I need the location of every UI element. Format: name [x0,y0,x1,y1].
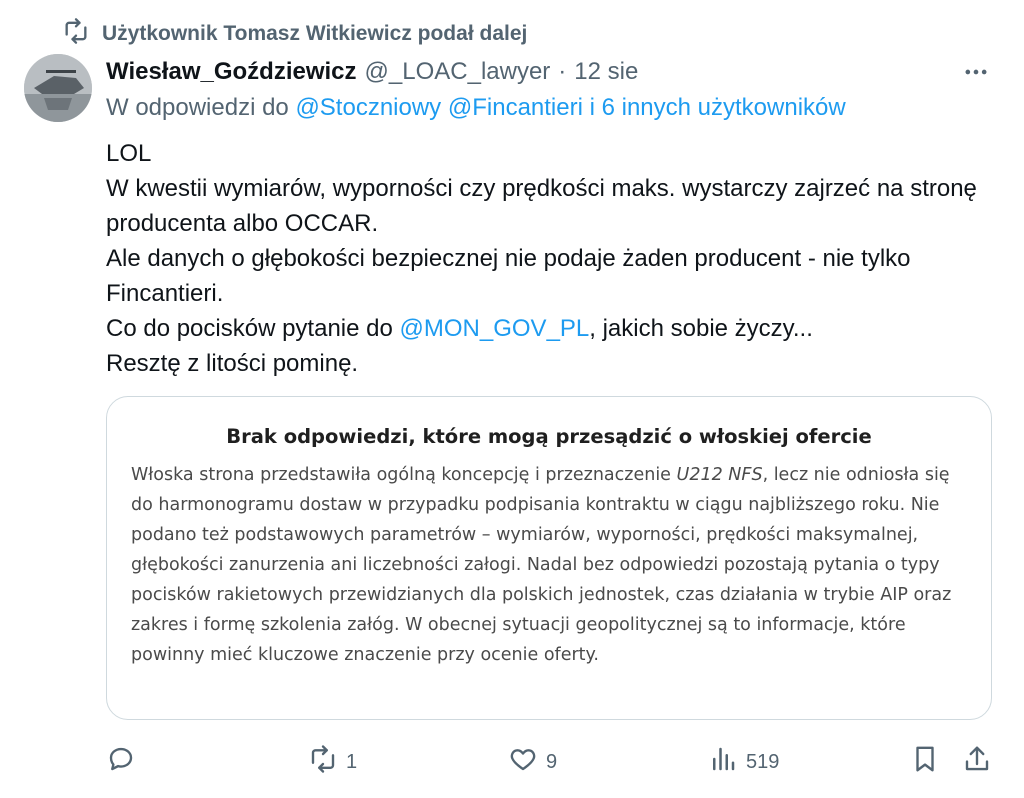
tweet-line: Ale danych o głębokości bezpiecznej nie … [106,245,911,307]
more-button[interactable] [956,58,996,90]
card-text: Włoska strona przedstawiła ogólną koncep… [131,460,967,670]
reply-others-link[interactable]: i 6 innych użytkowników [590,94,846,121]
card-text-end: , lecz nie odniosła się do harmonogramu … [131,465,952,665]
reply-mention-fincantieri[interactable]: @Fincantieri [448,94,583,121]
like-count: 9 [546,750,558,773]
action-bar: 1 9 519 [106,740,996,784]
share-button[interactable] [962,740,992,784]
author-handle[interactable]: @_LOAC_lawyer [365,58,551,86]
bookmark-icon [910,744,940,780]
bookmark-button[interactable] [910,740,940,784]
card-text-italic: U212 NFS [676,465,763,485]
retweet-count: 1 [346,750,358,773]
tweet-line: Resztę z litości pominę. [106,350,359,377]
retweet-icon [62,17,90,51]
reply-icon [106,744,136,780]
view-count: 519 [746,750,780,773]
views-icon [708,744,738,780]
reply-context: W odpowiedzi do @Stoczniowy @Fincantieri… [106,94,846,122]
like-icon [508,744,538,780]
retweet-banner: Użytkownik Tomasz Witkiewicz podał dalej [62,18,527,50]
views-button[interactable]: 519 [708,740,779,784]
tweet-line: W kwestii wymiarów, wyporności czy prędk… [106,175,977,237]
reply-prefix: W odpowiedzi do [106,94,289,121]
tweet-text: LOL W kwestii wymiarów, wyporności czy p… [106,136,1006,381]
image-card[interactable]: Brak odpowiedzi, które mogą przesądzić o… [106,396,992,720]
tweet-line: LOL [106,140,152,167]
retweet-label[interactable]: Użytkownik Tomasz Witkiewicz podał dalej [102,22,527,46]
tweet-line: Co do pocisków pytanie do @MON_GOV_PL, j… [106,311,1006,346]
tweet-line-suffix: , jakich sobie życzy... [589,315,813,342]
tweet-date[interactable]: 12 sie [574,58,638,86]
reply-button[interactable] [106,740,144,784]
reply-mention-stoczniowy[interactable]: @Stoczniowy [295,94,441,121]
more-icon [962,58,990,91]
tweet-line-prefix: Co do pocisków pytanie do [106,315,393,342]
card-title: Brak odpowiedzi, które mogą przesądzić o… [226,425,872,448]
mention-mon-gov-pl[interactable]: @MON_GOV_PL [400,315,590,342]
separator: · [558,58,567,85]
avatar[interactable] [24,54,92,122]
share-icon [962,744,992,780]
like-button[interactable]: 9 [508,740,557,784]
card-text-start: Włoska strona przedstawiła ogólną koncep… [131,465,677,485]
tweet-header: Wiesław_Goździewicz @_LOAC_lawyer · 12 s… [106,54,944,90]
retweet-icon [308,744,338,780]
retweet-button[interactable]: 1 [308,740,357,784]
author-name[interactable]: Wiesław_Goździewicz [106,58,357,86]
